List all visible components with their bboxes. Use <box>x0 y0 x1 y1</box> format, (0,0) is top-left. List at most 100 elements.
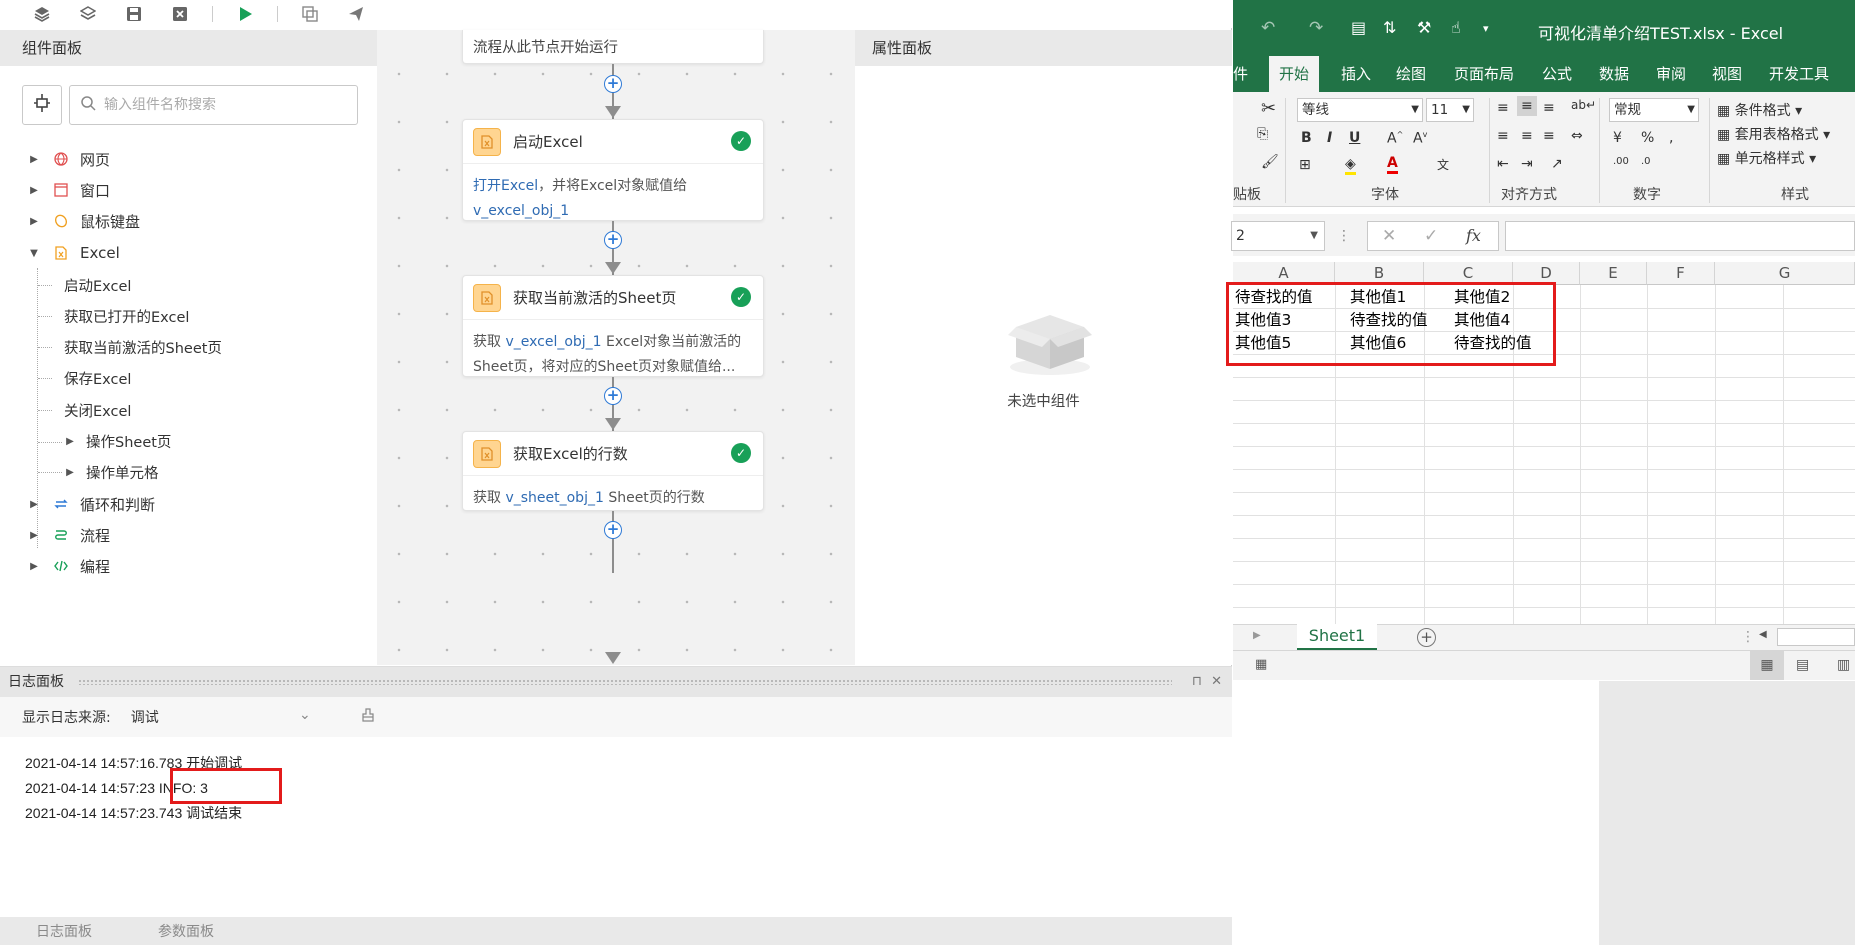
pin-icon[interactable]: ⊓ <box>1192 667 1202 697</box>
phonetic-icon[interactable]: 文 <box>1437 156 1449 173</box>
tree-item-excel[interactable]: ▼ Excel <box>28 238 120 268</box>
log-source-select[interactable]: 调试 ⌄ <box>131 707 311 727</box>
scroll-left-icon[interactable]: ▶ <box>1253 630 1261 641</box>
tab-draw[interactable]: 绘图 <box>1396 56 1426 92</box>
copy-icon[interactable]: ⎘ <box>1257 126 1268 142</box>
caret-down-icon[interactable]: ▼ <box>28 248 40 259</box>
sheet-tab-sheet1[interactable]: Sheet1 <box>1297 624 1377 651</box>
align-center-icon[interactable]: ≡ <box>1521 128 1533 144</box>
layers-up-icon[interactable] <box>28 2 56 26</box>
caret-right-icon[interactable]: ▶ <box>28 154 40 165</box>
font-size-select[interactable]: 11 ▼ <box>1426 98 1474 122</box>
tab-view[interactable]: 视图 <box>1712 56 1742 92</box>
underline-icon[interactable]: U <box>1349 130 1360 146</box>
tab-param-panel[interactable]: 参数面板 <box>158 921 214 941</box>
bold-icon[interactable]: B <box>1301 130 1312 146</box>
tree-subitem-get-active-sheet[interactable]: 获取当前激活的Sheet页 <box>64 332 222 362</box>
form-icon[interactable]: ▤ <box>1351 18 1366 37</box>
flow-node-get-row-count[interactable]: 获取Excel的行数 ✓ 获取 v_sheet_obj_1 Sheet页的行数 <box>462 431 764 511</box>
tab-page-layout[interactable]: 页面布局 <box>1454 56 1514 92</box>
caret-right-icon[interactable]: ▶ <box>28 499 40 510</box>
font-color-icon[interactable]: A <box>1387 155 1398 174</box>
tree-item-loop[interactable]: ▶ 循环和判断 <box>28 489 155 519</box>
component-search[interactable] <box>69 85 358 125</box>
flow-canvas[interactable]: 流程从此节点开始运行 + 启动Excel ✓ 打开Excel，并将Excel对象… <box>377 30 855 665</box>
tab-data[interactable]: 数据 <box>1599 56 1629 92</box>
tree-subitem-close-excel[interactable]: 关闭Excel <box>64 395 131 425</box>
caret-right-icon[interactable]: ▶ <box>64 467 76 478</box>
caret-right-icon[interactable]: ▶ <box>28 216 40 227</box>
page-break-view-icon[interactable]: ▥ <box>1837 657 1850 673</box>
column-header-g[interactable]: G <box>1715 262 1855 285</box>
add-node-button[interactable]: + <box>604 387 622 405</box>
undo-icon[interactable]: ↶ <box>1261 18 1275 38</box>
redo-icon[interactable]: ↷ <box>1309 18 1323 38</box>
customize-dropdown-icon[interactable]: ▾ <box>1483 22 1489 35</box>
increase-indent-icon[interactable]: ⇥ <box>1521 156 1533 172</box>
add-node-button[interactable]: + <box>604 75 622 93</box>
tree-item-flow[interactable]: ▶ 流程 <box>28 520 110 550</box>
decrease-font-icon[interactable]: Av <box>1413 130 1427 147</box>
fx-icon[interactable]: fx <box>1466 226 1481 245</box>
tree-item-code[interactable]: ▶ 编程 <box>28 551 110 581</box>
search-input[interactable] <box>104 97 324 113</box>
align-top-icon[interactable]: ≡ <box>1497 100 1509 116</box>
caret-right-icon[interactable]: ▶ <box>64 436 76 447</box>
align-right-icon[interactable]: ≡ <box>1543 128 1555 144</box>
tab-file[interactable]: 件 <box>1233 56 1248 92</box>
formula-input[interactable] <box>1505 221 1855 251</box>
tab-log-panel[interactable]: 日志面板 <box>36 921 92 941</box>
decrease-indent-icon[interactable]: ⇤ <box>1497 156 1509 172</box>
font-name-select[interactable]: 等线 ▼ <box>1297 98 1423 122</box>
tree-subitem-save-excel[interactable]: 保存Excel <box>64 363 131 393</box>
caret-right-icon[interactable]: ▶ <box>28 185 40 196</box>
drag-grip[interactable] <box>78 679 1172 685</box>
wrap-text-icon[interactable]: ab↵ <box>1571 98 1596 112</box>
column-header-e[interactable]: E <box>1580 262 1647 285</box>
save-icon[interactable] <box>120 2 148 26</box>
close-square-icon[interactable] <box>166 2 194 26</box>
align-bottom-icon[interactable]: ≡ <box>1543 100 1555 116</box>
normal-view-icon[interactable]: ▦ <box>1750 651 1784 680</box>
run-icon[interactable] <box>231 2 259 26</box>
start-node[interactable]: 流程从此节点开始运行 <box>462 30 764 64</box>
tools-icon[interactable]: ⚒ <box>1417 18 1431 37</box>
more-icon[interactable]: ⋮ <box>1337 228 1351 244</box>
tab-review[interactable]: 审阅 <box>1656 56 1686 92</box>
column-header-f[interactable]: F <box>1647 262 1715 285</box>
format-table-button[interactable]: ▦ 套用表格格式 ▾ <box>1717 124 1830 144</box>
caret-right-icon[interactable]: ▶ <box>28 561 40 572</box>
tab-formulas[interactable]: 公式 <box>1542 56 1572 92</box>
copy-window-icon[interactable] <box>296 2 324 26</box>
orientation-icon[interactable]: ↗ <box>1551 156 1563 172</box>
more-icon[interactable]: ⋮ <box>1741 629 1755 645</box>
tree-subitem-operate-cell[interactable]: ▶ 操作单元格 <box>64 457 158 487</box>
name-box[interactable]: 2 ▼ <box>1231 221 1325 251</box>
align-left-icon[interactable]: ≡ <box>1497 128 1509 144</box>
comma-icon[interactable]: , <box>1669 130 1673 146</box>
add-sheet-icon[interactable]: + <box>1417 628 1436 647</box>
align-middle-icon[interactable]: ≡ <box>1517 96 1537 116</box>
percent-icon[interactable]: % <box>1641 130 1654 146</box>
clear-log-icon[interactable] <box>361 708 375 726</box>
worksheet-grid[interactable]: A B C D E F G 待查找的值 其他值1 其他值2 其他值3 待查找的值… <box>1226 262 1855 624</box>
flow-node-start-excel[interactable]: 启动Excel ✓ 打开Excel，并将Excel对象赋值给 v_excel_o… <box>462 119 764 221</box>
number-format-select[interactable]: 常规 ▼ <box>1609 98 1699 122</box>
currency-icon[interactable]: ¥ <box>1613 130 1622 146</box>
format-painter-icon[interactable]: 🖌 <box>1261 154 1279 170</box>
tab-insert[interactable]: 插入 <box>1341 56 1371 92</box>
scroll-left-icon[interactable]: ◀ <box>1759 629 1767 640</box>
merge-center-icon[interactable]: ⇔ <box>1571 128 1583 144</box>
touch-icon[interactable]: ☝ <box>1451 18 1461 37</box>
add-node-button[interactable]: + <box>604 521 622 539</box>
page-layout-view-icon[interactable]: ▤ <box>1796 657 1809 673</box>
tree-subitem-get-open-excel[interactable]: 获取已打开的Excel <box>64 301 189 331</box>
increase-decimal-icon[interactable]: .00 <box>1613 156 1629 167</box>
caret-right-icon[interactable]: ▶ <box>28 530 40 541</box>
horizontal-scrollbar[interactable] <box>1777 628 1855 646</box>
tree-item-web[interactable]: ▶ 网页 <box>28 144 110 174</box>
enter-icon[interactable]: ✓ <box>1424 226 1438 246</box>
close-icon[interactable]: ✕ <box>1211 667 1222 697</box>
send-icon[interactable] <box>342 2 370 26</box>
tab-home[interactable]: 开始 <box>1269 56 1320 92</box>
